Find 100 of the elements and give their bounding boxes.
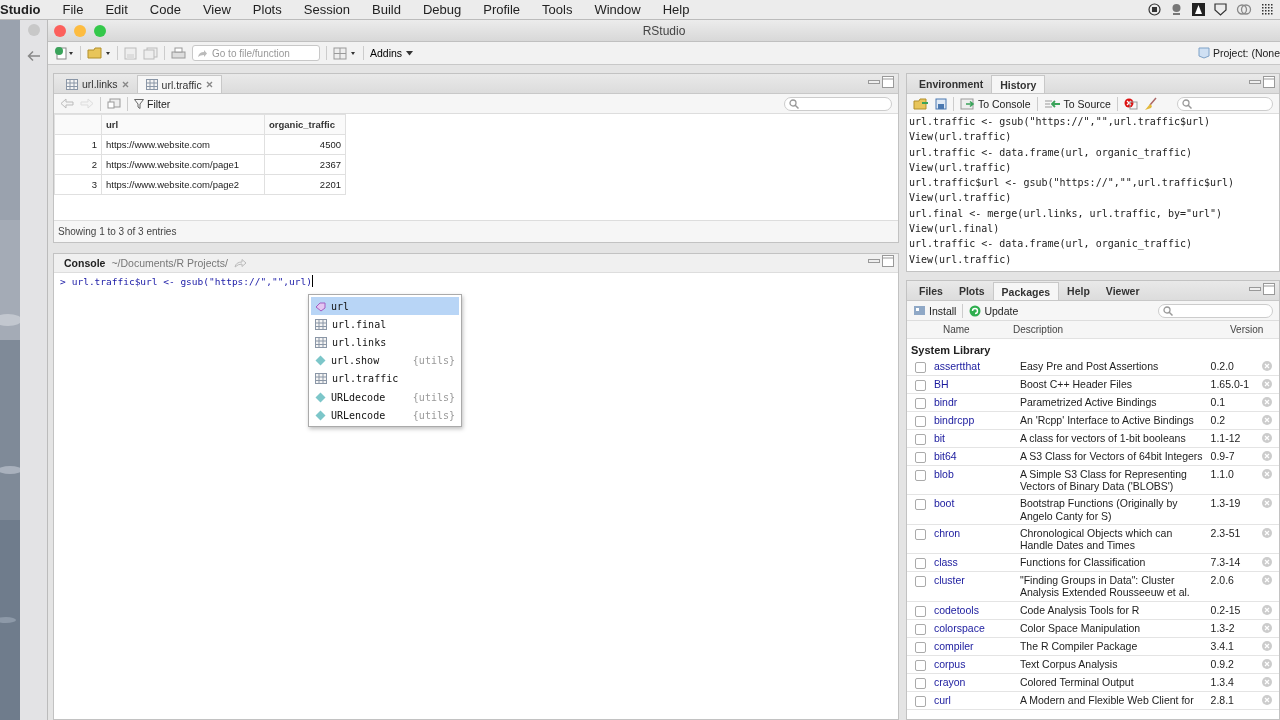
package-checkbox[interactable] <box>915 416 926 427</box>
environment-maximize-icon[interactable] <box>1263 75 1275 88</box>
pane-layout-icon[interactable] <box>333 46 357 60</box>
history-line[interactable]: View(url.final) <box>909 221 1277 237</box>
source-maximize-icon[interactable] <box>882 75 894 88</box>
menu-item[interactable]: File <box>62 2 84 17</box>
back-icon[interactable] <box>60 98 74 109</box>
package-link[interactable]: crayon <box>933 675 966 688</box>
source-tab[interactable]: url.traffic <box>136 75 222 93</box>
search-field[interactable] <box>1158 303 1273 318</box>
share-arrow-icon[interactable] <box>233 258 247 268</box>
source-tab[interactable]: url.links <box>58 75 137 93</box>
completion-item[interactable]: URLencode {utils} <box>311 406 459 425</box>
package-link[interactable]: curl <box>933 693 951 706</box>
pane-tab[interactable]: Plots <box>950 282 993 300</box>
package-link[interactable]: corpus <box>933 657 966 670</box>
history-line[interactable]: url.traffic$url <- gsub("https://","",url.traffic$url) <box>909 175 1277 191</box>
column-header[interactable]: Name <box>943 324 1013 335</box>
history-line[interactable]: url.traffic <- gsub("https://","",url.traffic$url) <box>909 114 1277 130</box>
menu-item[interactable]: Code <box>149 2 181 17</box>
package-checkbox[interactable] <box>915 528 926 540</box>
package-checkbox[interactable] <box>915 659 926 671</box>
completion-item[interactable]: URLdecode {utils} <box>311 387 459 407</box>
package-link[interactable]: bit <box>933 432 946 444</box>
history-line[interactable]: View(url.traffic) <box>909 159 1277 176</box>
pane-tab[interactable]: Help <box>1059 282 1098 300</box>
package-checkbox[interactable] <box>915 499 926 511</box>
console-maximize-icon[interactable] <box>882 255 894 267</box>
package-link[interactable]: bindr <box>933 396 958 408</box>
column-header[interactable]: Description <box>1013 324 1230 335</box>
console-input[interactable]: url.traffic$url <- gsub("https://","",url) <box>71 275 312 287</box>
history-line[interactable]: url.traffic <- data.frame(url, organic_traffic) <box>909 236 1277 252</box>
addins-menu[interactable]: Addins <box>370 47 414 59</box>
package-link[interactable]: chron <box>933 526 961 539</box>
package-link[interactable]: cluster <box>933 574 965 587</box>
close-window-button[interactable] <box>54 24 66 37</box>
files-minimize-icon[interactable] <box>1249 285 1261 292</box>
package-checkbox[interactable] <box>915 576 926 588</box>
record-icon[interactable] <box>1148 3 1161 16</box>
search-field[interactable] <box>784 96 892 111</box>
completion-item[interactable]: url.traffic <box>311 369 459 388</box>
source-minimize-icon[interactable] <box>868 78 880 85</box>
package-link[interactable]: colorspace <box>933 621 985 634</box>
menu-item[interactable]: Edit <box>105 2 128 17</box>
save-all-icon[interactable] <box>143 46 158 60</box>
package-checkbox[interactable] <box>915 470 926 481</box>
pane-tab[interactable]: Viewer <box>1097 282 1148 300</box>
install-button[interactable]: Install <box>913 304 957 317</box>
menu-item[interactable]: Build <box>372 2 401 17</box>
package-checkbox[interactable] <box>915 641 926 653</box>
rings-icon[interactable] <box>1236 3 1252 16</box>
popout-icon[interactable] <box>107 98 121 109</box>
column-header[interactable]: url <box>101 114 265 135</box>
pane-tab[interactable]: Packages <box>992 282 1060 300</box>
menu-item[interactable]: Debug <box>422 2 462 17</box>
package-link[interactable]: bindrcpp <box>933 414 975 426</box>
package-link[interactable]: blob <box>933 468 954 480</box>
open-folder-icon[interactable] <box>913 97 929 110</box>
package-checkbox[interactable] <box>915 695 926 707</box>
history-line[interactable]: View(url.traffic) <box>909 129 1277 145</box>
menu-item[interactable]: Tools <box>542 2 573 17</box>
package-checkbox[interactable] <box>915 677 926 689</box>
update-button[interactable]: Update <box>969 304 1019 317</box>
history-line[interactable]: View(url.traffic) <box>909 251 1277 267</box>
pane-tab[interactable]: Environment <box>911 75 992 93</box>
pane-tab[interactable]: Files <box>911 282 951 300</box>
menu-item[interactable]: Window <box>594 2 641 17</box>
completion-item[interactable]: url.final <box>311 315 459 334</box>
back-arrow-icon[interactable] <box>26 50 41 62</box>
menu-item[interactable]: Help <box>662 2 690 17</box>
package-checkbox[interactable] <box>915 434 926 445</box>
completion-item[interactable]: url <box>311 297 459 316</box>
package-link[interactable]: bit64 <box>933 450 957 462</box>
webcam-icon[interactable] <box>1170 3 1183 16</box>
package-checkbox[interactable] <box>915 362 926 373</box>
package-checkbox[interactable] <box>915 623 926 635</box>
package-checkbox[interactable] <box>915 380 926 391</box>
package-checkbox[interactable] <box>915 452 926 463</box>
package-checkbox[interactable] <box>915 605 926 617</box>
package-link[interactable]: compiler <box>933 639 974 652</box>
package-link[interactable]: assertthat <box>933 360 981 372</box>
filter-button[interactable]: Filter <box>134 97 171 110</box>
environment-minimize-icon[interactable] <box>1249 78 1261 85</box>
completion-item[interactable]: url.show {utils} <box>311 351 459 370</box>
package-link[interactable]: class <box>933 556 958 569</box>
search-field[interactable] <box>1177 96 1273 111</box>
history-line[interactable]: url.final <- merge(url.links, url.traffic, by="url") <box>909 205 1277 222</box>
new-file-icon[interactable] <box>54 46 74 60</box>
broom-icon[interactable] <box>1143 96 1158 111</box>
remove-icon[interactable] <box>1123 97 1138 110</box>
package-checkbox[interactable] <box>915 398 926 409</box>
zoom-window-button[interactable] <box>94 24 106 37</box>
menu-item[interactable]: Plots <box>252 2 282 17</box>
menu-item[interactable]: Session <box>303 2 350 17</box>
history-line[interactable]: View(url.traffic) <box>909 190 1277 206</box>
close-tab-icon[interactable] <box>121 80 129 88</box>
to-console-button[interactable]: To Console <box>960 97 1031 110</box>
print-icon[interactable] <box>171 46 186 60</box>
app-menu[interactable]: Studio <box>0 2 41 17</box>
shield-icon[interactable] <box>1214 3 1227 16</box>
